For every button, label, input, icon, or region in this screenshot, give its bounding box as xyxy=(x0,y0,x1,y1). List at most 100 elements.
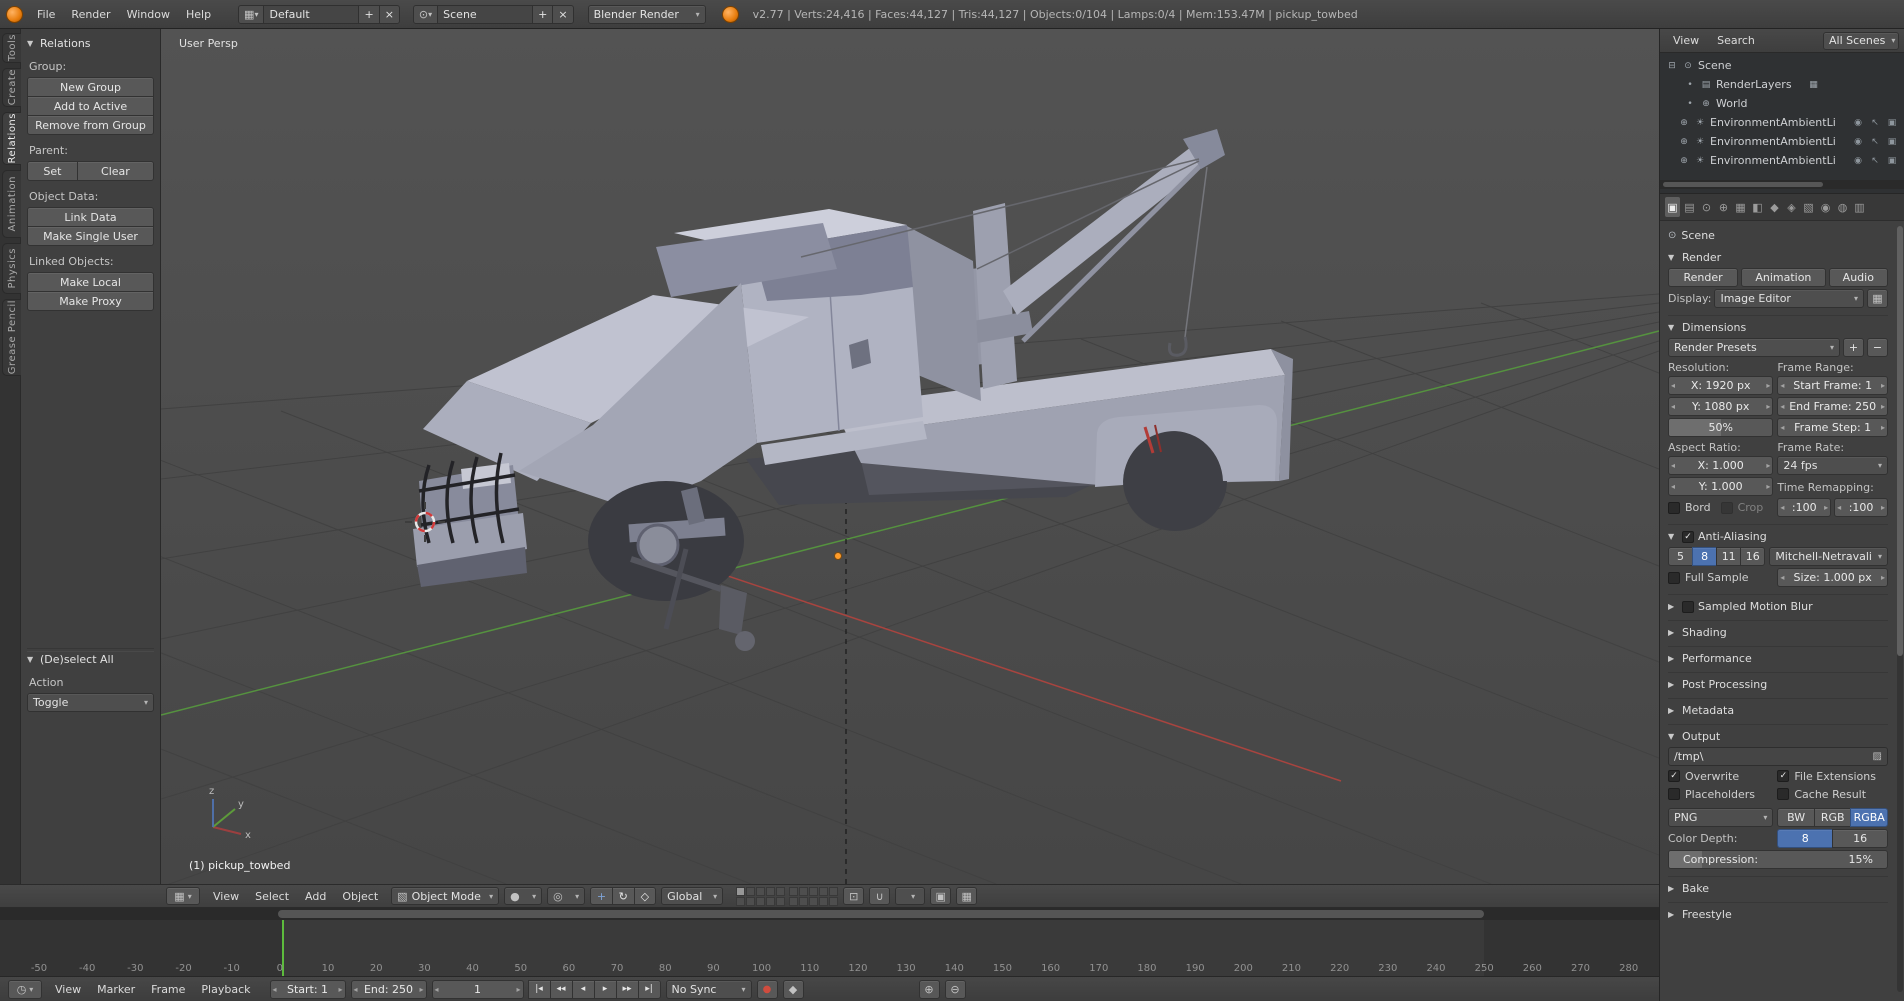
scene-browse-button[interactable]: ⊙▾ xyxy=(413,5,438,24)
timeline-ruler[interactable]: -50-40-30-20-100102030405060708090100110… xyxy=(0,920,1659,976)
playback-button[interactable]: ◂ xyxy=(572,980,595,999)
scale-manipulator-button[interactable]: ◇ xyxy=(634,887,657,905)
menu-item[interactable]: View xyxy=(47,977,89,1001)
opengl-render-anim-button[interactable]: ▦ xyxy=(956,887,977,905)
playback-button[interactable]: |◂ xyxy=(528,980,551,999)
sync-select[interactable]: No Sync▾ xyxy=(666,980,752,999)
bake-panel-header[interactable]: ▶Bake xyxy=(1668,880,1888,897)
rotate-manipulator-button[interactable]: ↻ xyxy=(612,887,635,905)
menu-item[interactable]: Object xyxy=(334,885,386,907)
outliner-row-scene[interactable]: ⊟ ⊙ Scene xyxy=(1660,56,1904,75)
timeline-scroll-thumb[interactable] xyxy=(278,910,1484,918)
playback-button[interactable]: ▸ xyxy=(594,980,617,999)
current-frame-field[interactable]: ◂1▸ xyxy=(432,980,524,999)
layer-group-1[interactable] xyxy=(736,887,785,906)
display-extra-button[interactable]: ▦ xyxy=(1867,289,1888,308)
link-data-button[interactable]: Link Data xyxy=(27,207,154,227)
snap-toggle-button[interactable]: ∪ xyxy=(869,887,890,905)
screen-layout-name-field[interactable]: Default xyxy=(263,5,359,24)
camera-icon[interactable]: ▣ xyxy=(1886,156,1898,166)
frame-end-field[interactable]: ◂End Frame: 250▸ xyxy=(1777,397,1888,416)
outliner-row-environment-light[interactable]: ⊕ ☀ EnvironmentAmbientLi ◉↖▣ xyxy=(1660,151,1904,170)
menu-item[interactable]: Render xyxy=(63,0,118,28)
full-sample-checkbox[interactable]: ✓Full Sample xyxy=(1668,570,1773,586)
outliner-scope-select[interactable]: All Scenes▾ xyxy=(1823,32,1899,50)
eye-icon[interactable]: ◉ xyxy=(1852,118,1864,128)
collapsed-panel-header[interactable]: ▶ Post Processing xyxy=(1668,676,1888,693)
render-engine-select[interactable]: Blender Render▾ xyxy=(588,5,706,24)
keying-set-button[interactable]: ◆ xyxy=(783,980,804,999)
outliner-hscrollbar[interactable] xyxy=(1660,180,1904,189)
placeholders-checkbox[interactable]: ✓Placeholders xyxy=(1668,786,1773,802)
menu-item[interactable]: File xyxy=(29,0,63,28)
deselect-panel-header[interactable]: ▼(De)select All xyxy=(27,651,154,667)
playback-button[interactable]: ◂◂ xyxy=(550,980,573,999)
render-audio-button[interactable]: Audio xyxy=(1829,268,1888,287)
properties-tab-icon[interactable]: ⊙ xyxy=(1699,197,1714,217)
opengl-render-button[interactable]: ▣ xyxy=(930,887,951,905)
aspect-y-field[interactable]: ◂Y: 1.000▸ xyxy=(1668,477,1773,496)
action-select[interactable]: Toggle▾ xyxy=(27,693,154,712)
frame-start-field[interactable]: ◂Start: 1▸ xyxy=(270,980,346,999)
collapse-icon[interactable]: ⊟ xyxy=(1666,61,1678,71)
viewport-shading-select[interactable]: ●▾ xyxy=(504,887,542,905)
playback-button[interactable]: ▸| xyxy=(638,980,661,999)
resolution-x-field[interactable]: ◂X: 1920 px▸ xyxy=(1668,376,1773,395)
border-checkbox[interactable]: ✓Bord xyxy=(1668,500,1711,516)
orientation-select[interactable]: Global▾ xyxy=(661,887,723,905)
properties-tab-icon[interactable]: ▥ xyxy=(1852,197,1867,217)
frame-start-field[interactable]: ◂Start Frame: 1▸ xyxy=(1777,376,1888,395)
delete-scene-button[interactable]: × xyxy=(552,5,573,24)
properties-tab-icon[interactable]: ◉ xyxy=(1818,197,1833,217)
eye-icon[interactable]: ◉ xyxy=(1852,137,1864,147)
translate-manipulator-button[interactable]: + xyxy=(590,887,613,905)
timeline-scrollbar[interactable] xyxy=(0,908,1659,920)
overwrite-checkbox[interactable]: ✓Overwrite xyxy=(1668,768,1773,784)
properties-tab-icon[interactable]: ▤ xyxy=(1682,197,1697,217)
output-path-field[interactable]: /tmp\ ▨ xyxy=(1668,747,1888,766)
properties-tab-icon[interactable]: ⊕ xyxy=(1716,197,1731,217)
output-panel-header[interactable]: ▼Output xyxy=(1668,728,1888,745)
aspect-x-field[interactable]: ◂X: 1.000▸ xyxy=(1668,456,1773,475)
antialiasing-checkbox[interactable]: ✓ xyxy=(1682,531,1694,543)
aa-samples-16-button[interactable]: 16 xyxy=(1740,547,1765,566)
add-layout-button[interactable]: + xyxy=(358,5,379,24)
sidebar-tab-tools[interactable]: Tools xyxy=(2,33,21,63)
insert-keyframe-button[interactable]: ⊕ xyxy=(919,980,940,999)
add-to-active-button[interactable]: Add to Active xyxy=(27,96,154,116)
lock-to-scene-button[interactable]: ⊡ xyxy=(843,887,864,905)
expand-icon[interactable]: ⊕ xyxy=(1678,156,1690,166)
menu-item[interactable]: Playback xyxy=(193,977,258,1001)
properties-scrollbar[interactable] xyxy=(1897,226,1903,992)
collapsed-panel-header[interactable]: ▶ Performance xyxy=(1668,650,1888,667)
channel-rgba-button[interactable]: RGBA xyxy=(1850,808,1888,827)
crop-checkbox[interactable]: ✓Crop xyxy=(1721,500,1764,516)
auto-keyframe-button[interactable]: ● xyxy=(757,980,778,999)
aa-size-field[interactable]: ◂Size: 1.000 px▸ xyxy=(1777,568,1888,587)
outliner-row-environment-light[interactable]: ⊕ ☀ EnvironmentAmbientLi ◉↖▣ xyxy=(1660,113,1904,132)
timeline-editor-type-button[interactable]: ◷▾ xyxy=(8,980,42,999)
pivot-select[interactable]: ◎▾ xyxy=(547,887,585,905)
blender-logo-icon[interactable] xyxy=(6,6,23,23)
remap-old-field[interactable]: ◂:100▸ xyxy=(1777,498,1831,517)
properties-tab-icon[interactable]: ◍ xyxy=(1835,197,1850,217)
motion-blur-panel-header[interactable]: ▶ ✓ Sampled Motion Blur xyxy=(1668,598,1888,615)
display-select[interactable]: Image Editor▾ xyxy=(1714,289,1864,308)
add-scene-button[interactable]: + xyxy=(532,5,553,24)
file-format-select[interactable]: PNG▾ xyxy=(1668,808,1773,827)
sidebar-tab-relations[interactable]: Relations xyxy=(2,112,21,165)
aa-filter-select[interactable]: Mitchell-Netravali▾ xyxy=(1769,547,1888,566)
image-icon[interactable]: ▦ xyxy=(1808,80,1820,90)
menu-item[interactable]: Select xyxy=(247,885,297,907)
screen-layout-browse-button[interactable]: ▦▾ xyxy=(238,5,264,24)
menu-item[interactable]: Add xyxy=(297,885,334,907)
parent-clear-button[interactable]: Clear xyxy=(77,161,154,181)
frame-rate-select[interactable]: 24 fps▾ xyxy=(1777,456,1888,475)
camera-icon[interactable]: ▣ xyxy=(1886,137,1898,147)
resolution-percentage-slider[interactable]: 50% xyxy=(1668,418,1773,437)
properties-tab-icon[interactable]: ▦ xyxy=(1733,197,1748,217)
outliner-menu-search[interactable]: Search xyxy=(1709,29,1763,52)
scene-name-field[interactable]: Scene xyxy=(437,5,533,24)
layer-group-2[interactable] xyxy=(789,887,838,906)
sidebar-tab-animation[interactable]: Animation xyxy=(2,170,21,238)
